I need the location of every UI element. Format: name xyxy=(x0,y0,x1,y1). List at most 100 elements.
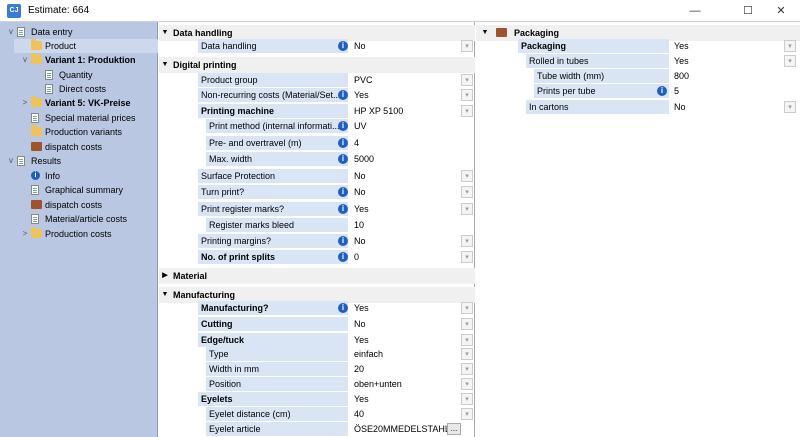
property-value[interactable]: Yes xyxy=(670,39,800,53)
dropdown-arrow-icon[interactable]: ▾ xyxy=(461,302,473,314)
tree-item[interactable]: > Variant 5: VK-Preise xyxy=(0,96,157,110)
minimize-button[interactable]: — xyxy=(680,0,710,22)
property-value[interactable]: Yes xyxy=(350,301,475,315)
collapse-triangle-icon[interactable]: ▼ xyxy=(160,57,170,73)
property-value[interactable]: oben+unten xyxy=(350,377,475,391)
section-header[interactable]: ▶ Material xyxy=(159,268,475,284)
info-icon[interactable]: i xyxy=(338,187,348,197)
property-value[interactable]: Yes xyxy=(350,392,475,406)
property-value[interactable]: No xyxy=(350,317,475,331)
tree-item[interactable]: v Variant 1: Produktion xyxy=(0,53,157,67)
property-row: Turn print? i No ▾ xyxy=(159,185,475,200)
tree-item-label: Special material prices xyxy=(45,113,136,123)
tree-item[interactable]: dispatch costs xyxy=(0,198,157,212)
maximize-button[interactable]: ☐ xyxy=(733,0,763,22)
tree-item-label: Direct costs xyxy=(59,84,107,94)
property-value[interactable]: 10 xyxy=(350,218,475,232)
info-icon: i xyxy=(31,171,40,180)
box-icon xyxy=(31,200,42,209)
property-value[interactable]: 40 xyxy=(350,407,475,421)
tree-item[interactable]: dispatch costs xyxy=(0,140,157,154)
dropdown-arrow-icon[interactable]: ▾ xyxy=(461,393,473,405)
dropdown-arrow-icon[interactable]: ▾ xyxy=(784,55,796,67)
property-value[interactable]: 5000 xyxy=(350,152,475,166)
info-icon[interactable]: i xyxy=(338,303,348,313)
info-icon[interactable]: i xyxy=(338,121,348,131)
dropdown-arrow-icon[interactable]: ▾ xyxy=(461,203,473,215)
collapse-chevron-icon[interactable]: > xyxy=(20,96,30,110)
dropdown-arrow-icon[interactable]: ▾ xyxy=(461,40,473,52)
dropdown-arrow-icon[interactable]: ▾ xyxy=(461,378,473,390)
property-row: Eyelet article ÖSE20MMEDELSTAHL... xyxy=(159,422,475,437)
property-row: Printing margins? i No ▾ xyxy=(159,234,475,249)
property-value[interactable]: No xyxy=(670,100,800,114)
browse-button[interactable]: ... xyxy=(447,423,461,435)
info-icon[interactable]: i xyxy=(338,138,348,148)
info-icon[interactable]: i xyxy=(338,204,348,214)
property-value[interactable]: No xyxy=(350,234,475,248)
property-row: Surface Protection No ▾ xyxy=(159,169,475,184)
tree-item[interactable]: v Data entry xyxy=(0,25,157,39)
dropdown-arrow-icon[interactable]: ▾ xyxy=(461,186,473,198)
property-value[interactable]: UV xyxy=(350,119,475,133)
dropdown-arrow-icon[interactable]: ▾ xyxy=(461,251,473,263)
tree-item[interactable]: Product xyxy=(14,39,158,53)
dropdown-arrow-icon[interactable]: ▾ xyxy=(461,318,473,330)
close-button[interactable]: ✕ xyxy=(766,0,796,22)
collapse-chevron-icon[interactable]: > xyxy=(20,227,30,241)
property-value[interactable]: HP XP 5100 xyxy=(350,104,475,118)
info-icon[interactable]: i xyxy=(338,236,348,246)
tree-item[interactable]: > Production costs xyxy=(0,227,157,241)
dropdown-arrow-icon[interactable]: ▾ xyxy=(461,74,473,86)
tree-item[interactable]: v Results xyxy=(0,154,157,168)
tree-item[interactable]: i Info xyxy=(0,169,157,183)
info-icon[interactable]: i xyxy=(338,41,348,51)
info-icon[interactable]: i xyxy=(657,86,667,96)
property-row: Edge/tuck Yes ▾ xyxy=(159,333,475,348)
tree-item[interactable]: Quantity xyxy=(0,68,157,82)
title-bar: CJ Estimate: 664 — ☐ ✕ xyxy=(0,0,800,22)
dropdown-arrow-icon[interactable]: ▾ xyxy=(784,101,796,113)
property-value[interactable]: 5 xyxy=(670,84,800,98)
expand-chevron-icon[interactable]: v xyxy=(20,53,30,67)
dropdown-arrow-icon[interactable]: ▾ xyxy=(461,408,473,420)
property-value[interactable]: Yes xyxy=(350,202,475,216)
navigation-tree: v Data entry Product v Variant 1: Produktion… xyxy=(0,22,158,437)
tree-item[interactable]: Special material prices xyxy=(0,111,157,125)
info-icon[interactable]: i xyxy=(338,252,348,262)
property-row: Max. width i 5000 xyxy=(159,152,475,167)
property-value[interactable]: No xyxy=(350,169,475,183)
dropdown-arrow-icon[interactable]: ▾ xyxy=(461,348,473,360)
dropdown-arrow-icon[interactable]: ▾ xyxy=(784,40,796,52)
property-value[interactable]: Yes xyxy=(350,88,475,102)
info-icon[interactable]: i xyxy=(338,90,348,100)
property-value[interactable]: 800 xyxy=(670,69,800,83)
property-value[interactable]: No xyxy=(350,39,475,53)
property-value[interactable]: 20 xyxy=(350,362,475,376)
property-value[interactable]: No xyxy=(350,185,475,199)
dropdown-arrow-icon[interactable]: ▾ xyxy=(461,89,473,101)
tree-item[interactable]: Material/article costs xyxy=(0,212,157,226)
dropdown-arrow-icon[interactable]: ▾ xyxy=(461,105,473,117)
dropdown-arrow-icon[interactable]: ▾ xyxy=(461,363,473,375)
expand-chevron-icon[interactable]: v xyxy=(6,25,16,39)
info-icon[interactable]: i xyxy=(338,154,348,164)
section-header[interactable]: ▼ Digital printing xyxy=(159,57,475,73)
tree-item[interactable]: Production variants xyxy=(0,125,157,139)
folder-icon xyxy=(31,39,42,50)
property-value[interactable]: 4 xyxy=(350,136,475,150)
dropdown-arrow-icon[interactable]: ▾ xyxy=(461,235,473,247)
tree-item[interactable]: Graphical summary xyxy=(0,183,157,197)
expand-chevron-icon[interactable]: v xyxy=(6,154,16,168)
expand-triangle-icon[interactable]: ▶ xyxy=(160,268,170,284)
box-icon xyxy=(496,28,507,37)
dropdown-arrow-icon[interactable]: ▾ xyxy=(461,170,473,182)
property-value[interactable]: Yes xyxy=(350,333,475,347)
property-value[interactable]: Yes xyxy=(670,54,800,68)
property-value[interactable]: PVC xyxy=(350,73,475,87)
tree-item[interactable]: Direct costs xyxy=(0,82,157,96)
box-icon xyxy=(31,142,42,151)
property-value[interactable]: einfach xyxy=(350,347,475,361)
dropdown-arrow-icon[interactable]: ▾ xyxy=(461,334,473,346)
property-value[interactable]: 0 xyxy=(350,250,475,264)
